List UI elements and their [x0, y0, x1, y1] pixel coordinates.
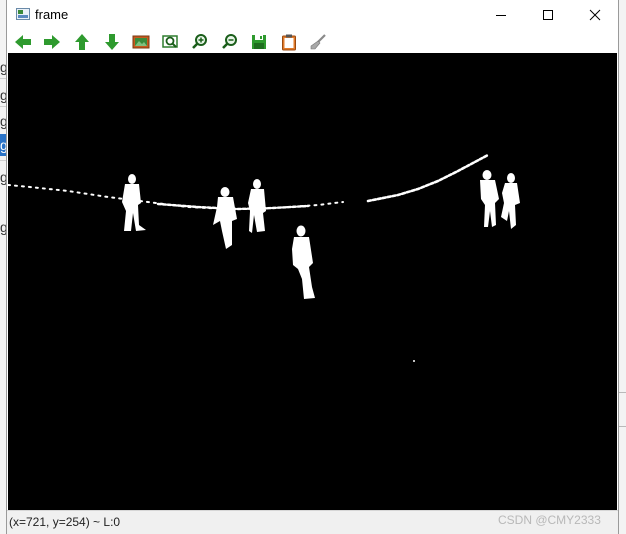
opencv-window: frame (x=721, y=254) ~ L:0 — [6, 0, 619, 534]
background-app-right — [619, 0, 626, 534]
arrow-up-icon — [75, 34, 89, 50]
arrow-left-icon — [15, 35, 31, 49]
maximize-button[interactable] — [525, 0, 571, 30]
pan-down-button[interactable] — [102, 32, 122, 52]
watermark: CSDN @CMY2333 — [498, 513, 601, 527]
zoom-in-icon — [192, 34, 207, 49]
copy-button[interactable] — [279, 32, 299, 52]
zoom-fit-icon — [162, 35, 178, 48]
zoom-original-button[interactable] — [131, 32, 151, 52]
window-title: frame — [35, 7, 69, 22]
floppy-disk-icon — [252, 35, 266, 49]
arrow-down-icon — [105, 34, 119, 50]
brush-icon — [310, 34, 326, 50]
zoom-out-button[interactable] — [220, 32, 240, 52]
arrow-right-icon — [44, 35, 60, 49]
zoom-fit-button[interactable] — [161, 32, 181, 52]
pan-up-button[interactable] — [72, 32, 92, 52]
save-button[interactable] — [249, 32, 269, 52]
pixel-coordinates-readout: (x=721, y=254) ~ L:0 — [9, 515, 121, 529]
properties-button[interactable] — [308, 32, 328, 52]
clipboard-icon — [282, 34, 296, 51]
toolbar — [7, 30, 618, 53]
close-icon — [589, 9, 601, 21]
close-button[interactable] — [572, 0, 618, 30]
pan-left-button[interactable] — [13, 32, 33, 52]
zoom-in-button[interactable] — [190, 32, 210, 52]
title-bar[interactable]: frame — [7, 0, 618, 30]
image-canvas[interactable] — [8, 53, 617, 510]
noise-speck — [413, 360, 415, 362]
minimize-icon — [496, 15, 506, 16]
pan-right-button[interactable] — [42, 32, 62, 52]
app-icon — [16, 8, 30, 20]
zoom-out-icon — [222, 34, 237, 49]
maximize-icon — [543, 10, 553, 20]
image-icon — [132, 35, 150, 49]
minimize-button[interactable] — [478, 0, 524, 30]
foreground-mask-image — [8, 53, 617, 510]
